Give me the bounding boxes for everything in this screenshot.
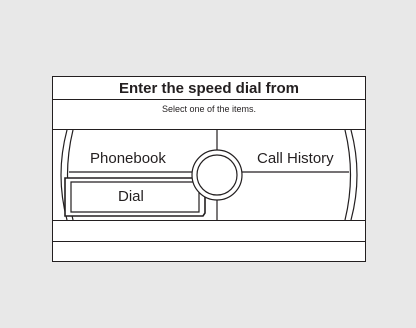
menu-item-phonebook[interactable]: Phonebook — [90, 150, 166, 167]
center-knob-inner — [196, 154, 238, 196]
page-background: Enter the speed dial from Select one of … — [0, 0, 416, 328]
empty-row-2 — [53, 242, 365, 261]
selection-dial: Phonebook Call History Dial — [53, 129, 365, 221]
menu-item-call-history[interactable]: Call History — [257, 150, 334, 167]
speed-dial-screen: Enter the speed dial from Select one of … — [52, 76, 366, 262]
screen-title: Enter the speed dial from — [53, 77, 365, 100]
dial-graphic — [60, 129, 358, 221]
right-inner-arc — [344, 129, 352, 221]
menu-item-dial[interactable]: Dial — [118, 188, 144, 205]
right-outer-arc — [350, 129, 358, 221]
screen-subtitle: Select one of the items. — [53, 100, 365, 130]
empty-row-1 — [53, 220, 365, 242]
